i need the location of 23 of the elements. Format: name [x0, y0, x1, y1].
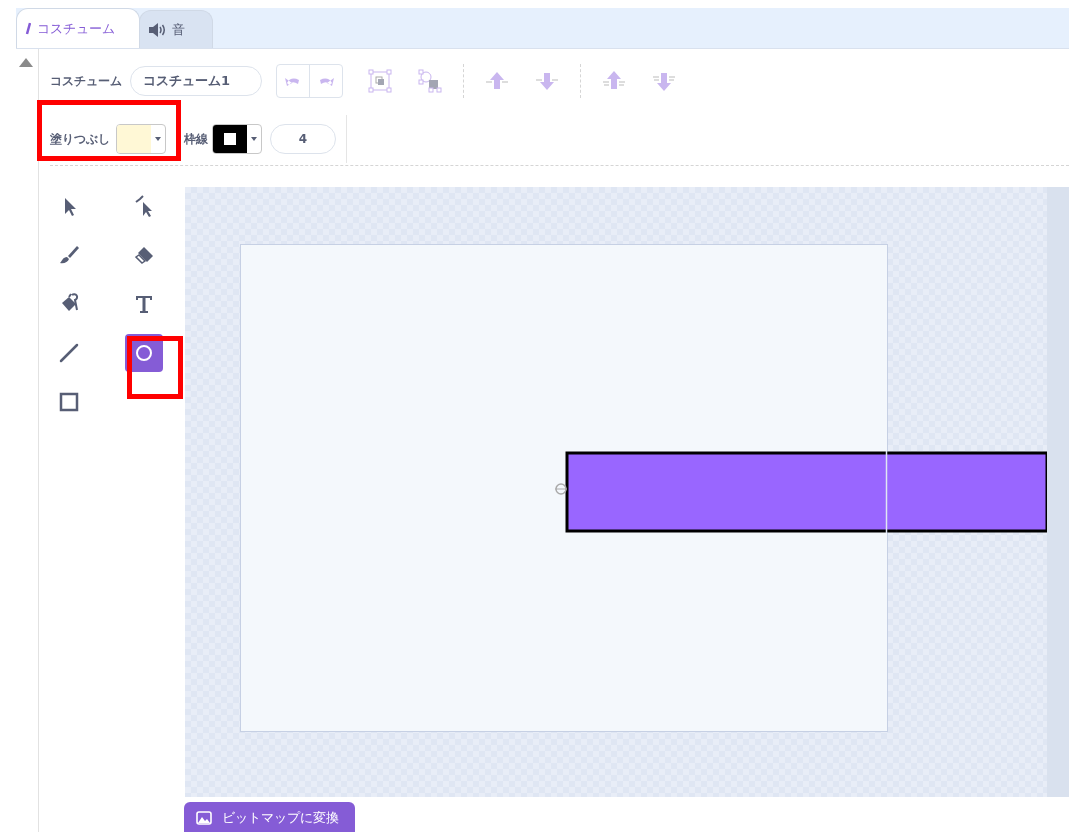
collapse-icon[interactable] [19, 57, 33, 67]
fill-label: 塗りつぶし [50, 130, 110, 148]
outline-label: 枠線 [184, 130, 208, 148]
tab[interactable]: コスチューム [16, 8, 140, 48]
fill-color-dropdown[interactable] [116, 124, 166, 154]
square-icon [57, 390, 81, 414]
image-icon [196, 811, 212, 825]
ungroup-icon[interactable] [417, 68, 443, 94]
speaker-icon [148, 22, 166, 37]
scrollbar[interactable] [1047, 187, 1069, 797]
costume-name-field[interactable]: コスチューム1 [130, 66, 262, 96]
group-icon[interactable] [367, 68, 393, 94]
center-crosshair-icon [554, 483, 568, 495]
outline-width-field[interactable]: 4 [270, 124, 336, 154]
caret-icon [155, 137, 161, 141]
tab[interactable]: 音 [139, 10, 213, 48]
convert-to-bitmap-button[interactable]: ビットマップに変換 [184, 802, 355, 832]
line-icon [57, 341, 81, 365]
caret-icon [251, 137, 257, 141]
outline-color-dropdown[interactable] [212, 124, 262, 154]
drawing-canvas[interactable] [185, 187, 1047, 797]
costume-label: コスチューム [50, 72, 122, 90]
highlight-box [127, 336, 183, 399]
